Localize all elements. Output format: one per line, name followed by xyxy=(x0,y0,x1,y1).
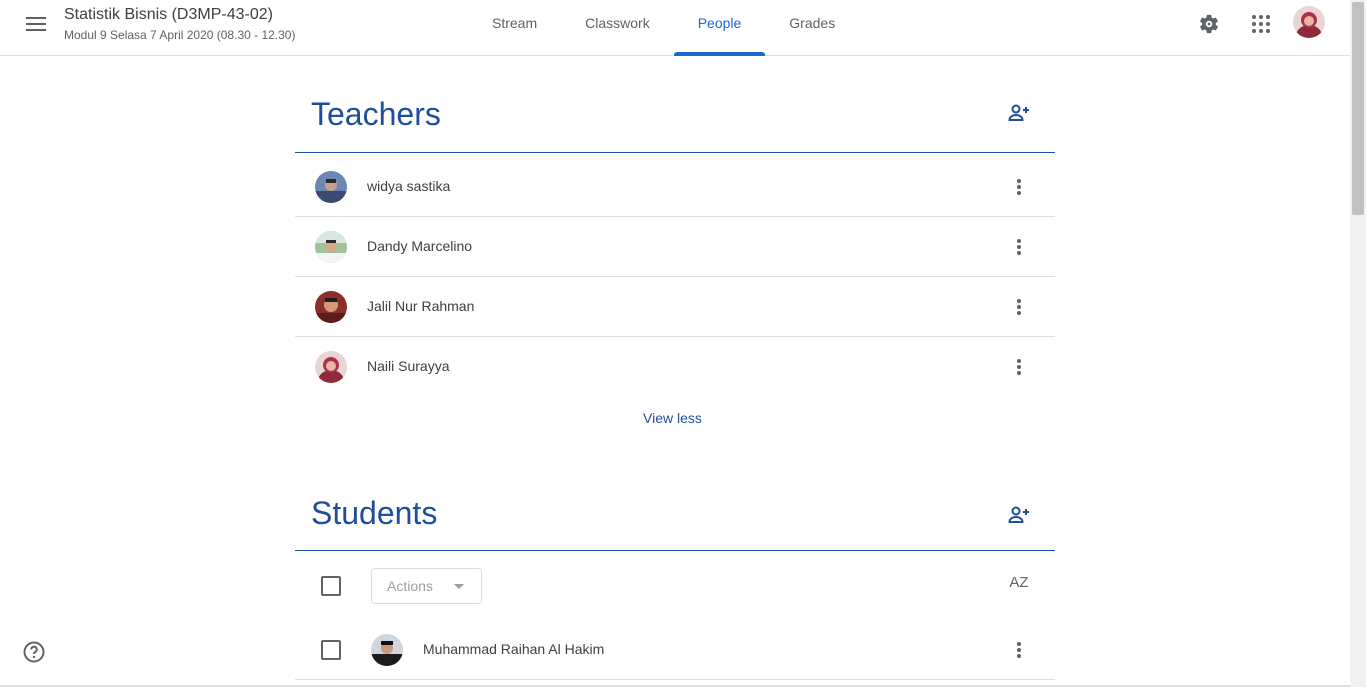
top-app-bar: Statistik Bisnis (D3MP-43-02) Modul 9 Se… xyxy=(0,0,1350,56)
teacher-name: Naili Surayya xyxy=(367,358,450,374)
menu-icon[interactable] xyxy=(20,8,52,40)
teacher-row: Dandy Marcelino xyxy=(295,217,1055,277)
students-divider xyxy=(295,550,1055,551)
avatar xyxy=(315,171,347,203)
teachers-heading: Teachers xyxy=(311,96,441,132)
more-vert-icon[interactable] xyxy=(1005,353,1033,381)
person-add-icon[interactable] xyxy=(1005,99,1033,127)
student-name: Muhammad Raihan Al Hakim xyxy=(423,641,605,657)
tab-classwork[interactable]: Classwork xyxy=(561,0,674,56)
tab-stream[interactable]: Stream xyxy=(468,0,561,56)
more-vert-icon[interactable] xyxy=(1005,233,1033,261)
teacher-row: widya sastika xyxy=(295,157,1055,217)
sort-az-icon[interactable]: AZ xyxy=(1005,568,1033,596)
more-vert-icon[interactable] xyxy=(1005,173,1033,201)
tab-people[interactable]: People xyxy=(673,0,766,56)
course-tabs: Stream Classwork People Grades xyxy=(468,0,859,56)
settings-gear-icon[interactable] xyxy=(1193,8,1225,40)
view-less-link[interactable]: View less xyxy=(643,410,702,426)
sort-label: AZ xyxy=(1009,573,1029,591)
tab-grades[interactable]: Grades xyxy=(765,0,859,56)
more-vert-icon[interactable] xyxy=(1005,293,1033,321)
account-avatar[interactable] xyxy=(1293,6,1325,38)
teacher-row: Naili Surayya xyxy=(295,337,1055,397)
person-add-icon[interactable] xyxy=(1005,501,1033,529)
student-checkbox[interactable] xyxy=(321,640,341,660)
avatar xyxy=(371,634,403,666)
teachers-divider xyxy=(295,152,1055,153)
select-all-checkbox[interactable] xyxy=(321,576,341,596)
caret-down-icon xyxy=(454,584,464,589)
teacher-name: Dandy Marcelino xyxy=(367,238,473,254)
avatar xyxy=(315,291,347,323)
teacher-row: Jalil Nur Rahman xyxy=(295,277,1055,337)
actions-label: Actions xyxy=(387,578,433,594)
teacher-name: Jalil Nur Rahman xyxy=(367,298,475,314)
student-row: Muhammad Raihan Al Hakim xyxy=(295,620,1055,680)
apps-grid-icon[interactable] xyxy=(1245,8,1277,40)
scrollbar-thumb[interactable] xyxy=(1352,2,1364,215)
avatar xyxy=(315,231,347,263)
teacher-name: widya sastika xyxy=(367,178,451,194)
actions-dropdown[interactable]: Actions xyxy=(371,568,482,604)
page-scrollbar[interactable] xyxy=(1350,0,1366,687)
more-vert-icon[interactable] xyxy=(1005,636,1033,664)
students-heading: Students xyxy=(311,495,438,531)
help-icon[interactable] xyxy=(22,640,46,664)
course-subtitle: Modul 9 Selasa 7 April 2020 (08.30 - 12.… xyxy=(64,28,296,42)
course-title[interactable]: Statistik Bisnis (D3MP-43-02) xyxy=(64,6,273,24)
avatar xyxy=(315,351,347,383)
